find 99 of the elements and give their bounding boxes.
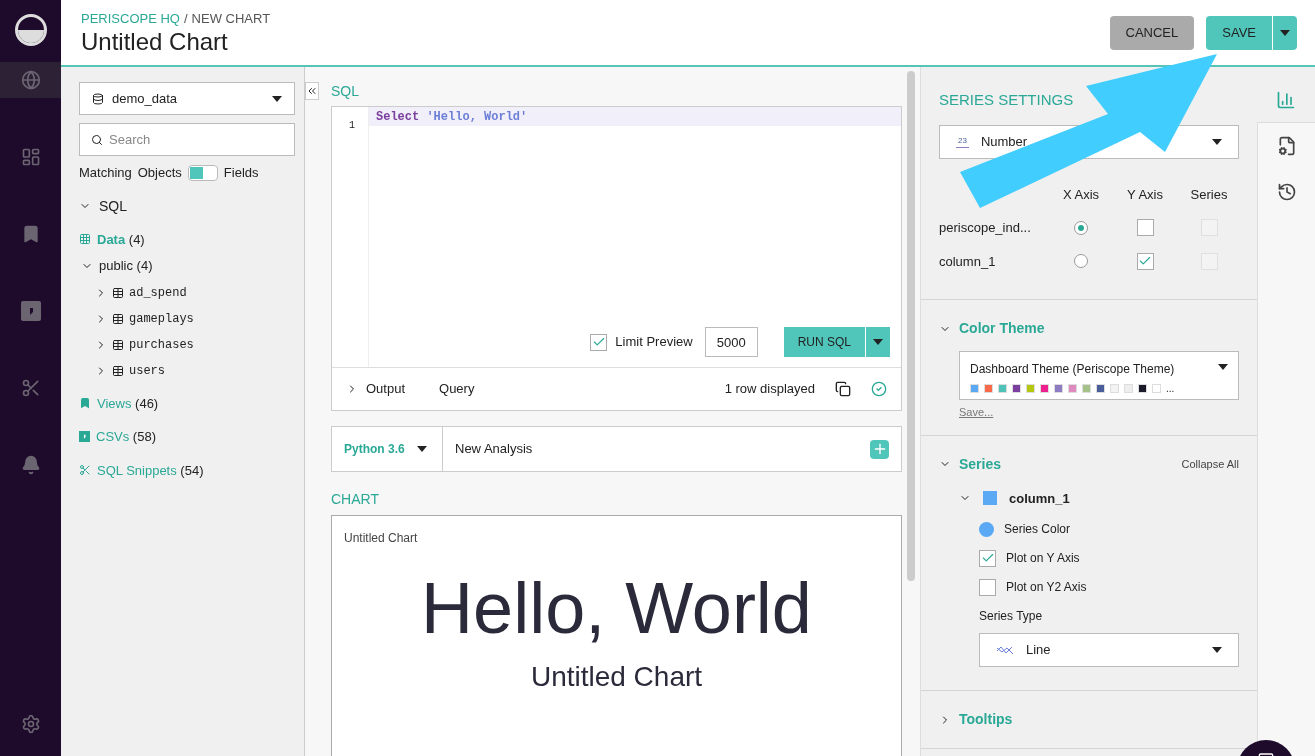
chart-title: Untitled Chart <box>81 28 229 57</box>
add-button[interactable] <box>870 439 889 459</box>
series-name: column_1 <box>1009 489 1070 508</box>
line-number: 1 <box>349 120 355 131</box>
dashboard-icon <box>20 147 41 167</box>
tree-item[interactable]: SQL Snippets (54) <box>97 460 204 480</box>
double-chevron-icon <box>306 85 318 97</box>
objects-label: Objects <box>137 164 182 182</box>
caret-icon <box>1212 138 1222 145</box>
limit-field[interactable]: 5000 <box>704 327 758 357</box>
nav-item[interactable] <box>0 62 61 98</box>
check-icon <box>980 551 995 565</box>
column-header: Series <box>1189 185 1229 204</box>
more-label: ... <box>1166 382 1175 396</box>
table-icon <box>112 312 124 325</box>
document-gear-icon <box>1276 136 1297 156</box>
run-menu-button[interactable] <box>866 327 890 357</box>
cancel-button[interactable]: CANCEL <box>1109 15 1195 50</box>
toggle-switch[interactable] <box>187 164 218 181</box>
series-type-select[interactable]: Line <box>979 633 1239 667</box>
theme-select[interactable]: Dashboard Theme (Periscope Theme) ... <box>959 351 1239 400</box>
success-icon <box>871 381 887 397</box>
chart-value: Hello, World <box>421 568 812 648</box>
save-menu-button[interactable] <box>1273 15 1297 50</box>
fields-label: Fields <box>223 164 259 182</box>
search-icon <box>91 134 103 146</box>
breadcrumb-current: NEW CHART <box>191 9 271 28</box>
checkbox[interactable] <box>1136 219 1154 237</box>
query-tab[interactable]: Query <box>439 379 475 399</box>
check-icon <box>591 335 606 349</box>
caret-icon <box>416 446 427 452</box>
column-header: X Axis <box>1061 185 1101 204</box>
document-settings-tab[interactable] <box>1257 123 1315 169</box>
scissors-icon <box>79 464 91 477</box>
chart-subtitle: Untitled Chart <box>530 660 703 694</box>
tree-item[interactable]: SQL <box>99 195 127 217</box>
caret-icon <box>272 95 282 102</box>
checkbox[interactable] <box>590 333 608 351</box>
collapse-button[interactable] <box>305 82 319 100</box>
option-label: Plot on Y2 Axis <box>1006 579 1087 596</box>
checkbox[interactable] <box>1136 252 1154 270</box>
field-name: column_1 <box>939 252 997 271</box>
save-button[interactable]: SAVE <box>1206 15 1272 50</box>
option-label: Plot on Y Axis <box>1006 550 1080 567</box>
section-heading: Series <box>959 454 1002 474</box>
logo-icon <box>14 14 47 46</box>
checkbox[interactable] <box>979 578 996 596</box>
table-icon <box>112 338 124 351</box>
field-label: Series Type <box>979 608 1044 625</box>
database-select[interactable]: demo_data <box>79 82 295 115</box>
option-label: Series Color <box>1004 521 1071 538</box>
tree-item[interactable]: purchases <box>129 335 194 354</box>
output-tab[interactable]: Output <box>366 379 406 399</box>
globe-icon <box>20 70 41 90</box>
tree-item[interactable]: Views (46) <box>97 393 159 413</box>
caret-icon <box>1218 364 1228 370</box>
comma-icon <box>20 301 41 321</box>
save-theme-link[interactable]: Save... <box>959 404 1239 421</box>
breadcrumb-separator: / <box>183 9 188 28</box>
tree-item[interactable]: Data (4) <box>97 229 145 249</box>
table-icon <box>112 286 124 299</box>
field-name: periscope_ind... <box>939 219 1032 237</box>
bar-chart-icon <box>1276 89 1296 110</box>
chart-label: Untitled Chart <box>344 530 418 547</box>
section-heading: SQL <box>331 82 360 101</box>
radio-button[interactable] <box>1074 220 1088 235</box>
section-heading: Tooltips <box>959 710 1013 729</box>
collapse-all-link[interactable]: Collapse All <box>1181 455 1239 473</box>
run-sql-button[interactable]: RUN SQL <box>783 327 865 357</box>
settings-icon[interactable] <box>20 714 41 734</box>
comma-icon <box>79 431 90 443</box>
line-chart-icon <box>996 645 1014 655</box>
history-icon <box>1276 182 1297 202</box>
caret-icon <box>873 339 883 345</box>
analysis-name: New Analysis <box>455 440 533 459</box>
tree-item[interactable]: ad_spend <box>129 283 187 302</box>
section-heading: Color Theme <box>959 319 1045 338</box>
tree-item[interactable]: CSVs (58) <box>96 427 156 447</box>
radio-button[interactable] <box>1074 254 1088 269</box>
bell-icon <box>20 455 41 475</box>
bookmark-icon <box>79 397 91 410</box>
limit-label: Limit Preview <box>615 333 693 352</box>
column-header: Y Axis <box>1126 185 1164 204</box>
scissors-icon <box>20 378 41 398</box>
tree-item[interactable]: public (4) <box>99 256 153 276</box>
tree-item[interactable]: gameplays <box>129 309 194 328</box>
rows-count: 1 row displayed <box>724 380 815 399</box>
section-heading: CHART <box>331 490 380 509</box>
tree-item[interactable]: users <box>129 361 165 380</box>
checkbox[interactable] <box>979 549 996 567</box>
grid-icon <box>79 233 91 246</box>
copy-icon[interactable] <box>835 381 851 397</box>
panel-heading: SERIES SETTINGS <box>939 91 1074 108</box>
search-field[interactable]: Search <box>79 123 295 156</box>
table-icon <box>112 364 124 377</box>
caret-icon <box>1280 29 1290 36</box>
matching-label: Matching <box>79 164 132 182</box>
caret-icon <box>1212 647 1222 653</box>
database-icon <box>92 92 104 105</box>
